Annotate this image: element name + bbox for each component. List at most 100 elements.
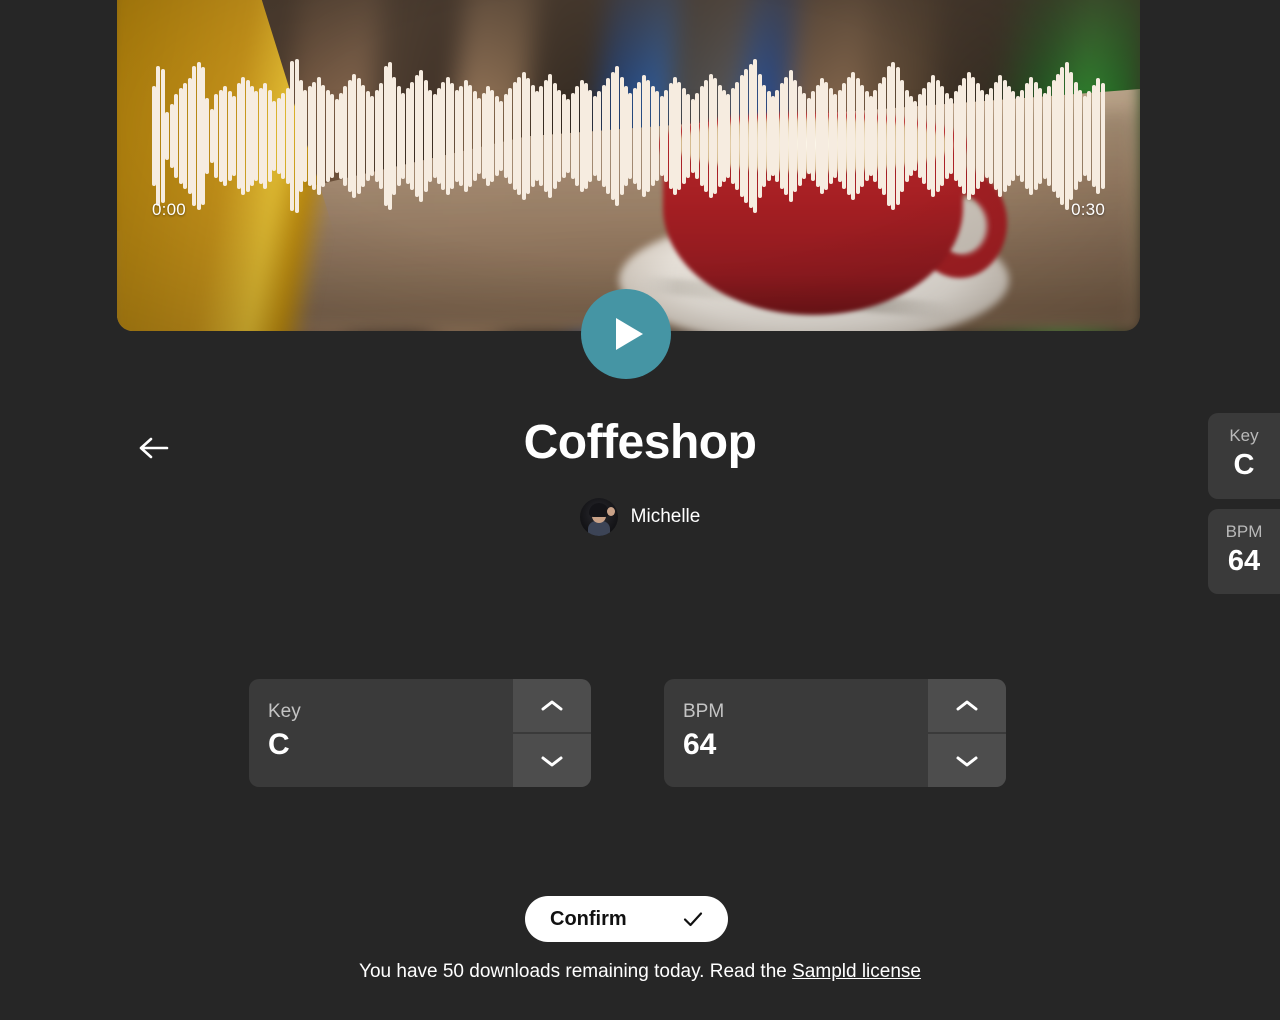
waveform-bar	[566, 99, 571, 173]
check-icon	[683, 912, 703, 927]
bpm-stepper[interactable]: BPM 64	[664, 679, 1006, 787]
side-badge-key-value: C	[1233, 448, 1255, 481]
waveform-bar	[428, 89, 433, 183]
waveform-bar	[445, 76, 450, 196]
waveform-bar	[526, 78, 531, 194]
side-badge-bpm: BPM 64	[1208, 508, 1280, 595]
waveform-bar	[468, 84, 473, 188]
waveform-bar	[619, 76, 624, 196]
waveform-bar	[673, 76, 678, 196]
confirm-button[interactable]: Confirm	[525, 896, 728, 942]
waveform-bar	[704, 80, 709, 192]
key-stepper-display: Key C	[249, 679, 513, 787]
bpm-decrement-button[interactable]	[928, 732, 1006, 787]
chevron-down-icon	[956, 756, 978, 766]
waveform-bar	[1042, 92, 1047, 180]
key-stepper-label: Key	[268, 701, 301, 722]
key-stepper[interactable]: Key C	[249, 679, 591, 787]
waveform-bar	[169, 104, 174, 168]
waveform-bar	[316, 76, 321, 196]
waveform-bar	[900, 80, 905, 192]
waveform-bar	[494, 96, 499, 176]
sample-detail-screen: 0:00 0:30 Coffeshop Michelle Key C BPM 6…	[0, 0, 1280, 1020]
waveform-bar	[935, 80, 940, 192]
waveform-bar	[601, 84, 606, 188]
waveform-bar	[557, 89, 562, 183]
waveform-bar	[975, 83, 980, 189]
waveform-bar	[931, 75, 936, 197]
waveform-bar	[1060, 67, 1065, 205]
waveform-bar	[846, 76, 851, 196]
key-decrement-button[interactable]	[513, 732, 591, 787]
waveform-bar	[365, 91, 370, 181]
waveform-bar	[646, 80, 651, 192]
waveform-bar	[922, 88, 927, 184]
waveform-bar	[405, 88, 410, 184]
waveform-bar	[187, 78, 192, 194]
waveform-bar	[668, 83, 673, 189]
waveform-bar	[361, 84, 366, 188]
waveform-bar	[784, 76, 789, 196]
downloads-remaining-footer: You have 50 downloads remaining today. R…	[0, 961, 1280, 983]
waveform-bar	[258, 88, 263, 184]
play-button[interactable]	[581, 289, 671, 379]
waveform-bar	[868, 96, 873, 176]
waveform-bar	[744, 68, 749, 204]
artist-row[interactable]: Michelle	[0, 498, 1280, 536]
waveform-bar	[1051, 80, 1056, 192]
waveform-bar	[1096, 78, 1101, 194]
stepper-group: Key C BPM 64	[249, 679, 1006, 787]
track-artwork-player[interactable]: 0:00 0:30	[117, 0, 1140, 331]
waveform-bar	[842, 83, 847, 189]
user-avatar-icon	[579, 498, 618, 536]
sampld-license-link[interactable]: Sampld license	[792, 961, 921, 982]
waveform-bar	[913, 100, 918, 172]
waveform-bar	[926, 81, 931, 191]
waveform-bar	[290, 60, 295, 212]
waveform-bar	[298, 80, 303, 192]
waveform-bar	[802, 92, 807, 180]
waveform-bar	[183, 83, 188, 189]
chevron-up-icon	[541, 700, 563, 710]
waveform-bar	[722, 89, 726, 183]
waveform-bar	[152, 86, 156, 186]
audio-waveform[interactable]	[152, 56, 1105, 216]
waveform-bar	[1078, 89, 1083, 183]
bpm-stepper-display: BPM 64	[664, 679, 928, 787]
waveform-bar	[192, 65, 197, 207]
waveform-bar	[539, 86, 544, 186]
bpm-stepper-value: 64	[683, 727, 717, 761]
waveform-bar	[766, 91, 771, 181]
waveform-bar	[1073, 81, 1078, 191]
waveform-bar	[708, 73, 713, 199]
key-increment-button[interactable]	[513, 679, 591, 732]
waveform-bar	[632, 88, 637, 184]
waveform-bar	[989, 88, 994, 184]
waveform-bar	[962, 78, 967, 194]
waveform-bar	[401, 92, 406, 180]
waveform-bar	[343, 86, 348, 186]
waveform-bar	[356, 78, 361, 194]
waveform-bar	[218, 89, 223, 183]
waveform-bar	[330, 94, 335, 178]
waveform-bar	[659, 96, 664, 176]
waveform-bar	[485, 86, 490, 186]
waveform-bar	[726, 94, 731, 178]
waveform-bar	[597, 91, 602, 181]
artist-name: Michelle	[630, 506, 701, 527]
waveform-bar	[272, 100, 277, 172]
waveform-bar	[686, 94, 691, 178]
bpm-increment-button[interactable]	[928, 679, 1006, 732]
side-badge-bpm-value: 64	[1227, 544, 1261, 577]
waveform-bar	[503, 94, 508, 178]
key-stepper-buttons	[513, 679, 591, 787]
waveform-bar	[209, 108, 214, 164]
waveform-bar	[294, 59, 299, 213]
waveform-bar	[1029, 76, 1034, 196]
waveform-bar	[392, 76, 397, 196]
waveform-bar	[414, 75, 419, 197]
waveform-bar	[1015, 96, 1020, 176]
waveform-bar	[423, 80, 428, 192]
waveform-bar	[624, 86, 629, 186]
waveform-bar	[628, 92, 633, 180]
